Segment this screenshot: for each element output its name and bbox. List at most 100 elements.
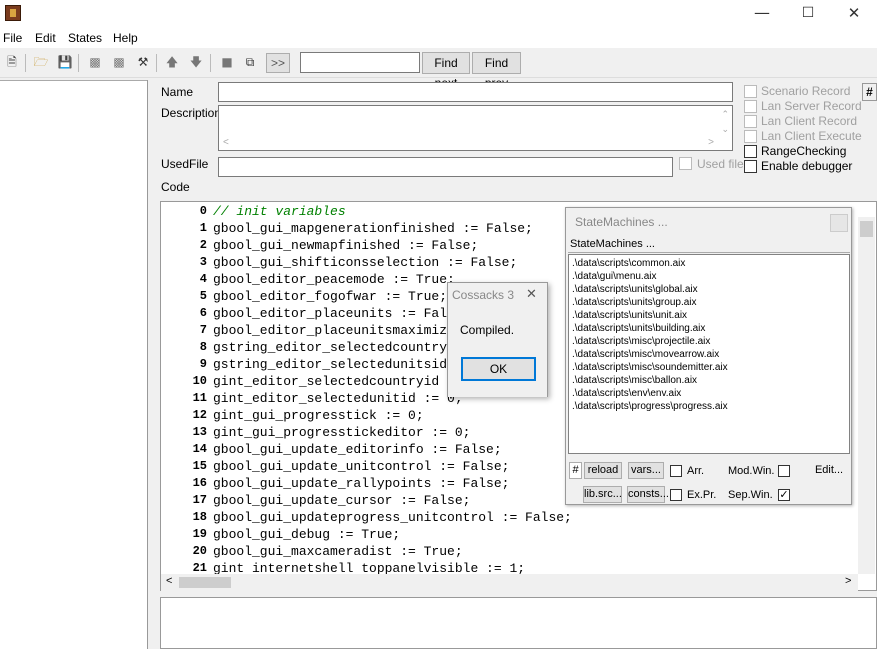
option-checkbox[interactable] [744, 115, 757, 128]
state-machine-item[interactable]: .\data\scripts\units\group.aix [572, 297, 697, 308]
sm-hash-button[interactable]: # [569, 462, 582, 479]
state-tree-panel[interactable] [0, 80, 148, 649]
compile-icon[interactable]: ▩ [86, 54, 104, 70]
find-prev-button[interactable]: Find prev [472, 52, 521, 90]
line-number: 9 [199, 357, 207, 371]
toolbar-separator [210, 54, 211, 72]
option-checkbox[interactable] [744, 85, 757, 98]
state-machine-item[interactable]: .\data\scripts\misc\ballon.aix [572, 375, 697, 386]
divider [568, 252, 850, 253]
sepwin-checkbox[interactable]: ✓ [778, 489, 790, 501]
state-machine-item[interactable]: .\data\scripts\progress\progress.aix [572, 401, 728, 412]
output-panel[interactable] [160, 597, 877, 649]
find-next-button[interactable]: Find next [422, 52, 470, 90]
search-input[interactable] [300, 52, 420, 73]
modwin-label: Mod.Win. [728, 465, 775, 477]
chevron-up-icon[interactable]: ⌃ [721, 109, 729, 120]
state-machine-item[interactable]: .\data\scripts\units\global.aix [572, 284, 698, 295]
open-folder-icon[interactable]: 🗁 [32, 54, 50, 70]
code-text: gbool_editor_fogofwar := True; [213, 289, 448, 304]
option-checkbox-label: RangeChecking [761, 144, 847, 158]
close-button[interactable]: ✕ [831, 0, 877, 28]
option-checkbox-label: Lan Client Execute [761, 129, 862, 143]
chevron-right-icon[interactable]: > [708, 137, 714, 148]
sepwin-label: Sep.Win. [728, 489, 773, 501]
option-checkbox[interactable] [744, 130, 757, 143]
state-machine-item[interactable]: .\data\scripts\env\env.aix [572, 388, 681, 399]
chevron-left-icon[interactable]: < [223, 137, 229, 148]
menu-file[interactable]: File [3, 31, 22, 45]
option-checkbox-label: Enable debugger [761, 159, 853, 173]
arr-checkbox[interactable] [670, 465, 682, 477]
state-machine-item[interactable]: .\data\scripts\misc\projectile.aix [572, 336, 710, 347]
arr-label: Arr. [687, 465, 705, 477]
new-file-icon[interactable]: 🗎 [3, 54, 21, 70]
save-icon[interactable]: 💾 [56, 54, 74, 70]
description-field[interactable]: ⌃ ⌄ < > [218, 105, 733, 151]
line-number: 1 [199, 221, 207, 235]
name-field[interactable] [218, 82, 733, 102]
menu-bar: File Edit States Help [0, 28, 877, 48]
option-checkbox[interactable] [744, 145, 757, 158]
line-number: 3 [199, 255, 207, 269]
menu-edit[interactable]: Edit [35, 31, 56, 45]
line-number: 20 [192, 544, 207, 558]
scroll-thumb[interactable] [860, 221, 873, 237]
code-text: gbool_editor_peacemode := True; [213, 272, 455, 287]
maximize-button[interactable]: ☐ [785, 0, 831, 28]
line-number: 18 [192, 510, 207, 524]
edit-button[interactable]: Edit... [809, 462, 849, 479]
code-text: gbool_gui_update_rallypoints := False; [213, 476, 510, 491]
libsrc-button[interactable]: lib.src... [583, 486, 622, 503]
usedfile-checkbox[interactable] [679, 157, 692, 170]
ok-button[interactable]: OK [461, 357, 536, 381]
menu-states[interactable]: States [68, 31, 102, 45]
arrow-up-icon[interactable]: 🡅 [163, 54, 181, 70]
state-machines-list[interactable]: .\data\scripts\common.aix .\data\gui\menu… [568, 254, 850, 454]
reload-button[interactable]: reload [584, 462, 622, 479]
copy-icon[interactable]: ⧉ [241, 54, 259, 70]
line-number: 5 [199, 289, 207, 303]
state-machine-item[interactable]: .\data\scripts\common.aix [572, 258, 685, 269]
more-button[interactable]: >> [266, 53, 290, 73]
scroll-left-icon[interactable]: < [166, 575, 172, 587]
dialog-close-icon[interactable]: ✕ [526, 286, 537, 302]
usedfile-checkbox-label: Used file [697, 157, 744, 171]
minimize-button[interactable]: — [739, 0, 785, 28]
state-machine-item[interactable]: .\data\scripts\misc\soundemitter.aix [572, 362, 728, 373]
line-number: 6 [199, 306, 207, 320]
code-text: gbool_gui_newmapfinished := False; [213, 238, 479, 253]
consts-button[interactable]: consts... [627, 486, 669, 503]
tools-icon[interactable]: ⚒ [134, 54, 152, 70]
state-machine-item[interactable]: .\data\gui\menu.aix [572, 271, 657, 282]
hash-button[interactable]: # [862, 83, 877, 101]
modwin-checkbox[interactable] [778, 465, 790, 477]
horizontal-scrollbar[interactable]: < > [161, 574, 858, 591]
expr-label: Ex.Pr. [687, 489, 717, 501]
usedfile-field[interactable] [218, 157, 673, 177]
expr-checkbox[interactable] [670, 489, 682, 501]
state-machine-item[interactable]: .\data\scripts\units\building.aix [572, 323, 705, 334]
line-number: 2 [199, 238, 207, 252]
app-icon[interactable] [5, 5, 21, 21]
scroll-thumb[interactable] [179, 577, 231, 588]
vars-button[interactable]: vars... [628, 462, 664, 479]
arrow-down-icon[interactable]: 🡇 [187, 54, 205, 70]
splitter[interactable] [147, 80, 148, 649]
option-checkbox[interactable] [744, 160, 757, 173]
scroll-right-icon[interactable]: > [845, 575, 851, 587]
option-checkbox[interactable] [744, 100, 757, 113]
line-number: 14 [192, 442, 207, 456]
usedfile-label: UsedFile [161, 157, 209, 171]
menu-help[interactable]: Help [113, 31, 138, 45]
stop-icon[interactable]: ■ [218, 54, 236, 70]
state-machine-item[interactable]: .\data\scripts\misc\movearrow.aix [572, 349, 719, 360]
code-text: gbool_gui_update_cursor := False; [213, 493, 471, 508]
state-machine-item[interactable]: .\data\scripts\units\unit.aix [572, 310, 687, 321]
code-text: gbool_gui_shifticonsselection := False; [213, 255, 518, 270]
compile-all-icon[interactable]: ▩ [110, 54, 128, 70]
vertical-scrollbar[interactable] [858, 217, 875, 574]
chevron-down-icon[interactable]: ⌄ [721, 124, 729, 135]
close-icon[interactable] [830, 214, 848, 232]
description-label: Description [161, 106, 222, 120]
